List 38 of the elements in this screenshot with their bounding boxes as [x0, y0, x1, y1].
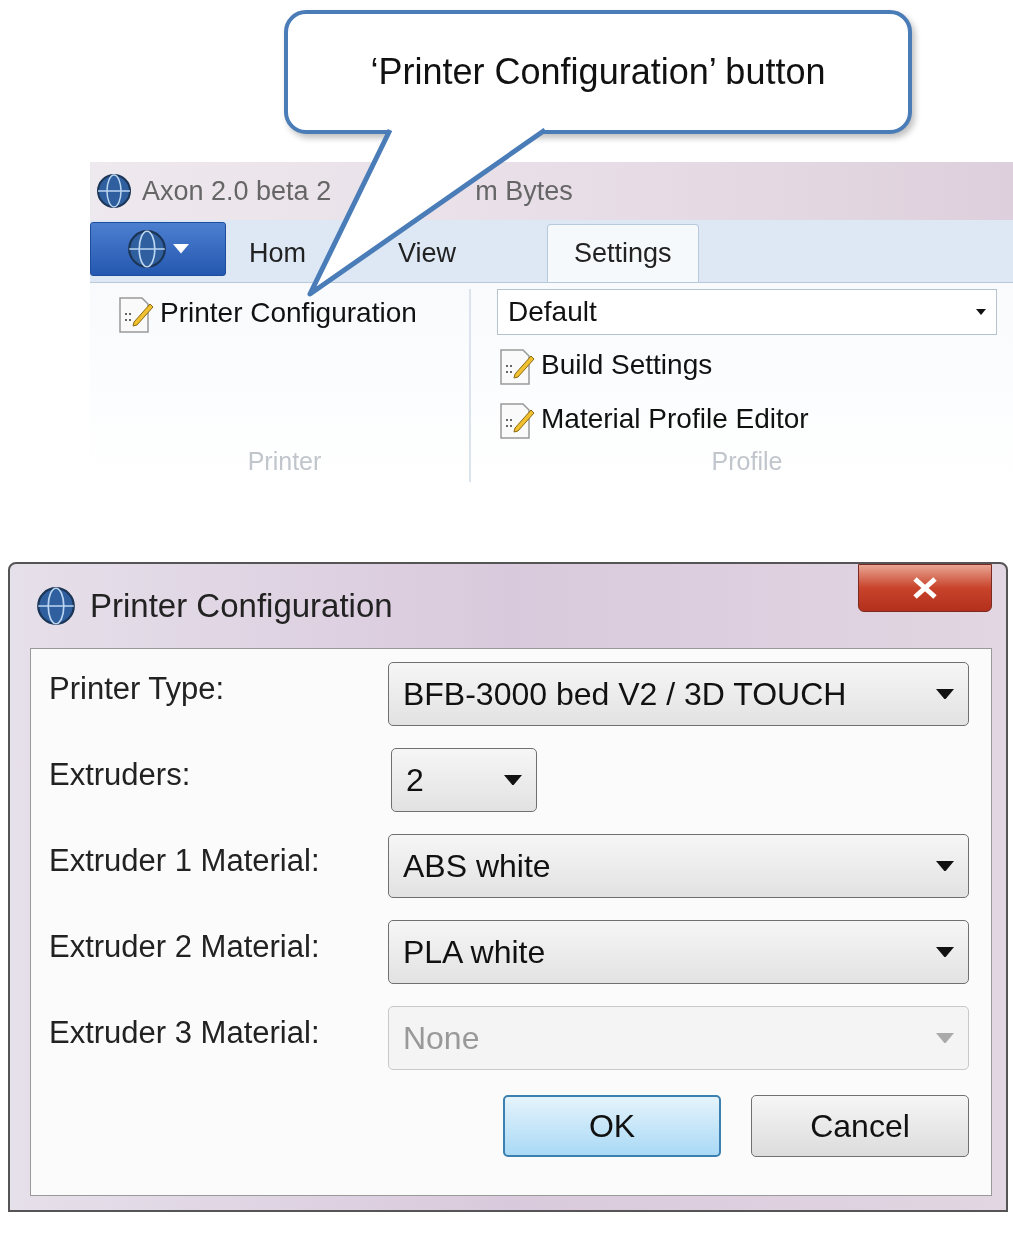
ribbon-button[interactable]: Material Profile Editor — [497, 395, 997, 443]
dialog-button[interactable]: Cancel — [751, 1095, 969, 1157]
globe-icon — [127, 229, 167, 269]
profile-dropdown[interactable]: Default — [497, 289, 997, 335]
caret-icon — [504, 774, 522, 786]
field-label: Printer Type: — [49, 670, 226, 707]
caret-icon — [936, 860, 954, 872]
caret-icon — [936, 1032, 954, 1044]
group-label: Profile — [711, 447, 783, 477]
ribbon-tab[interactable]: Settings — [547, 224, 699, 282]
dialog-title: Printer Configuration — [90, 587, 394, 625]
ribbon-tab[interactable]: Hom — [248, 233, 307, 273]
field-label: Extruder 1 Material: — [49, 842, 321, 879]
group-label: Printer — [247, 447, 322, 477]
window-title: m Bytes — [475, 175, 573, 207]
combo-box[interactable]: 2 — [391, 748, 537, 812]
close-button[interactable] — [858, 564, 992, 612]
caret-icon — [173, 244, 189, 254]
combo-box[interactable]: ABS white — [387, 834, 969, 898]
close-icon — [912, 577, 938, 599]
field-label: Extruder 2 Material: — [49, 928, 321, 965]
field-label: Extruder 3 Material: — [49, 1014, 321, 1051]
globe-icon — [36, 586, 76, 626]
field-label: Extruders: — [49, 756, 192, 793]
callout-bubble: ‘Printer Configuration’ button — [284, 10, 912, 134]
globe-icon — [96, 173, 132, 209]
caret-icon — [936, 946, 954, 958]
dropdown-value: Default — [508, 296, 597, 328]
application-menu-button[interactable] — [90, 222, 226, 276]
dialog-button[interactable]: OK — [503, 1095, 721, 1157]
ribbon-tab[interactable]: View — [397, 233, 458, 273]
combo-box[interactable]: BFB-3000 bed V2 / 3D TOUCH — [387, 662, 969, 726]
caret-icon — [936, 688, 954, 700]
window-title: Axon 2.0 beta 2 — [142, 175, 332, 207]
combo-box[interactable]: PLA white — [387, 920, 969, 984]
ribbon-button[interactable]: Build Settings — [497, 341, 997, 389]
caret-icon — [976, 309, 986, 315]
ribbon-button[interactable]: Printer Configuration — [116, 289, 453, 337]
